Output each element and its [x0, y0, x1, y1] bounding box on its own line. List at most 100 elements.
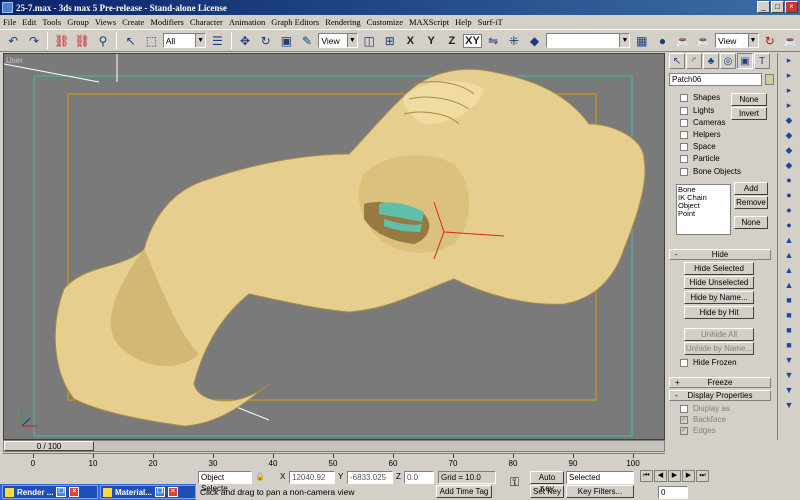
axis-y-button[interactable]: Y: [422, 35, 441, 47]
render-scene-icon[interactable]: ☕: [674, 31, 693, 50]
scale-icon[interactable]: ▣: [277, 31, 296, 50]
hide-selected-button[interactable]: Hide Selected: [684, 262, 754, 275]
goto-start-icon[interactable]: ⏮: [640, 470, 653, 482]
strip-icon[interactable]: ▲: [782, 280, 796, 293]
hide-by-hit-button[interactable]: Hide by Hit: [684, 306, 754, 319]
unhide-by-name-button[interactable]: Unhide by Name...: [684, 342, 754, 355]
maximize-button[interactable]: □: [771, 1, 784, 13]
menu-rendering[interactable]: Rendering: [325, 17, 360, 27]
hide-cameras-checkbox[interactable]: Cameras: [680, 118, 725, 127]
menu-surf-it[interactable]: Surf-iT: [478, 17, 503, 27]
utilities-tab-icon[interactable]: T: [754, 53, 770, 69]
align-icon[interactable]: ⁜: [505, 31, 524, 50]
strip-icon[interactable]: ●: [782, 220, 796, 233]
strip-icon[interactable]: ●: [782, 190, 796, 203]
current-frame-field[interactable]: 0: [658, 486, 688, 499]
strip-icon[interactable]: ◆: [782, 130, 796, 143]
hide-bone-objects-checkbox[interactable]: Bone Objects: [680, 167, 741, 176]
strip-icon[interactable]: ▼: [782, 370, 796, 383]
strip-icon[interactable]: ▼: [782, 385, 796, 398]
menu-graph-editors[interactable]: Graph Editors: [271, 17, 319, 27]
goto-end-icon[interactable]: ⏭: [696, 470, 709, 482]
menu-edit[interactable]: Edit: [22, 17, 36, 27]
hide-frozen-checkbox[interactable]: Hide Frozen: [680, 358, 737, 367]
reference-coord-select[interactable]: View ▼: [318, 33, 358, 48]
axis-x-button[interactable]: X: [401, 35, 420, 47]
menu-views[interactable]: Views: [95, 17, 116, 27]
motion-tab-icon[interactable]: ◎: [720, 53, 736, 69]
axis-z-button[interactable]: Z: [442, 35, 461, 47]
z-coord-field[interactable]: 0.0: [404, 471, 434, 484]
bind-spacewarp-icon[interactable]: ⚲: [94, 31, 113, 50]
hide-unselected-button[interactable]: Hide Unselected: [684, 276, 754, 289]
hide-helpers-checkbox[interactable]: Helpers: [680, 130, 721, 139]
render-last-icon[interactable]: ↻: [761, 31, 780, 50]
strip-icon[interactable]: ▼: [782, 400, 796, 413]
menu-tools[interactable]: Tools: [42, 17, 61, 27]
strip-icon[interactable]: ▲: [782, 250, 796, 263]
menu-animation[interactable]: Animation: [229, 17, 265, 27]
crossing-icon[interactable]: ⊞: [380, 31, 399, 50]
freeze-rollout[interactable]: + Freeze: [669, 377, 771, 388]
strip-icon[interactable]: ■: [782, 340, 796, 353]
hide-space-checkbox[interactable]: Space: [680, 142, 716, 151]
time-slider-knob[interactable]: 0 / 100: [4, 441, 94, 451]
none-button-2[interactable]: None: [734, 216, 768, 229]
y-coord-field[interactable]: -6833.025: [347, 471, 393, 484]
close-icon[interactable]: ×: [167, 487, 178, 497]
strip-icon[interactable]: ■: [782, 295, 796, 308]
object-color-swatch[interactable]: [765, 74, 774, 85]
invert-button[interactable]: Invert: [731, 107, 767, 120]
track-bar[interactable]: 0 10 20 30 40 50 60 70 80 90 100: [3, 453, 665, 470]
manipulate-icon[interactable]: ✎: [298, 31, 317, 50]
next-frame-icon[interactable]: ▶: [682, 470, 695, 482]
strip-icon[interactable]: ▼: [782, 355, 796, 368]
list-item[interactable]: IK Chain Object: [678, 194, 729, 210]
move-icon[interactable]: ✥: [236, 31, 255, 50]
strip-icon[interactable]: ◆: [782, 115, 796, 128]
menu-character[interactable]: Character: [190, 17, 223, 27]
lock-icon[interactable]: 🔒: [255, 472, 265, 481]
hide-by-name-button[interactable]: Hide by Name...: [684, 291, 754, 304]
category-list[interactable]: Bone IK Chain Object Point: [676, 184, 731, 235]
rotate-icon[interactable]: ↻: [256, 31, 275, 50]
restore-icon[interactable]: ❐: [56, 487, 67, 497]
strip-icon[interactable]: ◆: [782, 145, 796, 158]
redo-icon[interactable]: ↷: [25, 31, 44, 50]
mirror-icon[interactable]: ⇋: [484, 31, 503, 50]
named-selection-select[interactable]: ▼: [545, 33, 631, 48]
backface-checkbox[interactable]: Backface: [680, 414, 726, 424]
undo-icon[interactable]: ↶: [4, 31, 23, 50]
viewport-user[interactable]: User: [3, 53, 665, 440]
key-filters-button[interactable]: Key Filters...: [566, 485, 634, 498]
menu-file[interactable]: File: [3, 17, 16, 27]
hierarchy-tab-icon[interactable]: ♣: [703, 53, 719, 69]
list-item[interactable]: Point: [678, 210, 729, 218]
select-object-icon[interactable]: ↖: [121, 31, 140, 50]
add-button[interactable]: Add: [734, 182, 768, 195]
curve-editor-icon[interactable]: ▦: [632, 31, 651, 50]
menu-create[interactable]: Create: [122, 17, 144, 27]
strip-icon[interactable]: ▸: [782, 70, 796, 83]
close-icon[interactable]: ×: [69, 487, 80, 497]
menu-modifiers[interactable]: Modifiers: [150, 17, 184, 27]
material-editor-icon[interactable]: ●: [653, 31, 672, 50]
minimize-button[interactable]: _: [757, 1, 770, 13]
select-by-name-icon[interactable]: ☰: [208, 31, 227, 50]
strip-icon[interactable]: ●: [782, 205, 796, 218]
none-button[interactable]: None: [731, 93, 767, 106]
set-key-button[interactable]: Set Key: [530, 485, 564, 498]
edges-checkbox[interactable]: Edges: [680, 425, 716, 435]
strip-icon[interactable]: ▲: [782, 235, 796, 248]
menu-help[interactable]: Help: [455, 17, 472, 27]
hide-particle-checkbox[interactable]: Particle: [680, 154, 720, 163]
x-coord-field[interactable]: 12040.92: [289, 471, 335, 484]
render-type-select[interactable]: View ▼: [715, 33, 759, 48]
add-time-tag-button[interactable]: Add Time Tag: [436, 485, 492, 498]
named-selection-icon[interactable]: ◆: [525, 31, 544, 50]
menu-group[interactable]: Group: [67, 17, 89, 27]
hide-shapes-checkbox[interactable]: Shapes: [680, 93, 720, 102]
unhide-all-button[interactable]: Unhide All: [684, 328, 754, 341]
hide-rollout[interactable]: - Hide: [669, 249, 771, 260]
region-select-icon[interactable]: ⬚: [142, 31, 161, 50]
